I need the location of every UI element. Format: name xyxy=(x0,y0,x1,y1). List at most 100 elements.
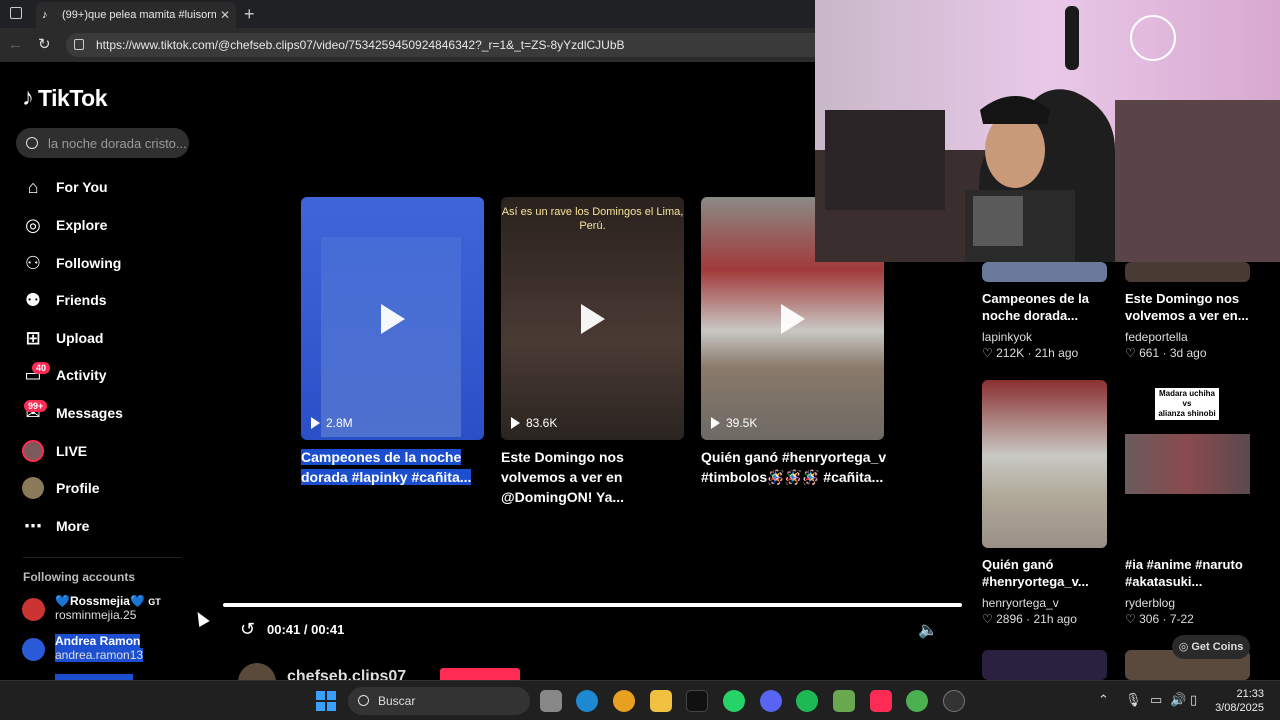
views-play-icon xyxy=(511,417,520,429)
chevron-up-icon[interactable]: ⌃ xyxy=(1098,692,1109,708)
battery-icon[interactable]: ▯ xyxy=(1190,692,1197,708)
following-icon: ⚇ xyxy=(24,252,42,273)
more-icon: ⋯ xyxy=(24,515,42,536)
heart-icon: ♡ xyxy=(982,612,993,626)
tiktok-logo[interactable]: ♪ TikTok xyxy=(22,84,108,112)
video-progress-bar[interactable] xyxy=(223,603,962,607)
recommended-author[interactable]: fedeportella xyxy=(1125,330,1188,344)
chrome-profile-icon[interactable] xyxy=(906,690,928,712)
nav-more[interactable]: ⋯ More xyxy=(22,515,89,537)
caption-text: Quién ganó #henryortega_v #timbolos🪅🪅🪅 #… xyxy=(701,449,887,485)
play-icon xyxy=(780,303,805,334)
recommended-thumbnail[interactable]: Madara uchiha vs alianza shinobi xyxy=(1125,380,1250,548)
start-menu-icon[interactable] xyxy=(316,691,336,711)
spotify-icon[interactable] xyxy=(796,690,818,712)
avatar xyxy=(22,638,45,661)
account-handle: rosminmejia.25 xyxy=(55,608,137,622)
video-card[interactable]: Así es un rave los Domingos el Lima, Per… xyxy=(501,197,684,440)
following-account[interactable]: 💙Rossmejia💙 GT rosminmejia.25 xyxy=(22,594,161,622)
nav-profile[interactable]: Profile xyxy=(22,477,100,499)
nav-live[interactable]: LIVE xyxy=(22,440,87,462)
edge-icon[interactable] xyxy=(576,690,598,712)
avatar xyxy=(22,598,45,621)
obs-icon[interactable] xyxy=(943,690,965,712)
clock-date: 3/08/2025 xyxy=(1215,702,1264,714)
account-name: Andrea Ramon xyxy=(55,634,141,648)
browser-tab[interactable]: ♪ (99+)que pelea mamita #luisorm ✕ xyxy=(36,2,236,28)
recommended-title[interactable]: Campeones de la noche dorada... xyxy=(982,290,1112,324)
video-caption[interactable]: Quién ganó #henryortega_v #timbolos🪅🪅🪅 #… xyxy=(701,447,887,487)
network-icon[interactable]: ▭ xyxy=(1150,692,1162,708)
nav-label: Following xyxy=(56,255,122,271)
logo-text: TikTok xyxy=(38,84,108,111)
recommended-author[interactable]: ryderblog xyxy=(1125,596,1175,610)
recommended-thumbnail[interactable] xyxy=(1125,262,1250,282)
nav-for-you[interactable]: ⌂ For You xyxy=(22,176,108,198)
nav-label: More xyxy=(56,518,90,534)
recommended-thumbnail[interactable] xyxy=(982,650,1107,680)
video-caption[interactable]: Campeones de la noche dorada #lapinky #c… xyxy=(301,447,487,487)
volume-icon[interactable]: 🔈 xyxy=(918,620,938,640)
video-caption[interactable]: Este Domingo nos volvemos a ver en @Domi… xyxy=(501,447,687,507)
discord-icon[interactable] xyxy=(760,690,782,712)
nav-explore[interactable]: ◎ Explore xyxy=(22,214,107,236)
site-info-icon[interactable] xyxy=(74,39,84,50)
get-coins-button[interactable]: ◎ Get Coins xyxy=(1172,635,1250,659)
recommended-title[interactable]: Este Domingo nos volvemos a ver en... xyxy=(1125,290,1255,324)
taskbar-search-placeholder: Buscar xyxy=(378,694,416,708)
author-name[interactable]: chefseb.clips07 xyxy=(287,668,406,680)
nav-following[interactable]: ⚇ Following xyxy=(22,252,121,274)
whatsapp-icon[interactable] xyxy=(723,690,745,712)
following-account[interactable]: Andrea Ramon andrea.ramon13 xyxy=(22,634,144,662)
nav-label: Friends xyxy=(56,292,107,308)
webcam-overlay xyxy=(815,0,1280,262)
likes-count: 306 xyxy=(1139,612,1160,626)
post-age: 7-22 xyxy=(1169,612,1194,626)
microphone-icon[interactable]: 🎙 xyxy=(1125,692,1142,708)
back-icon[interactable]: ← xyxy=(8,36,23,53)
nav-label: Explore xyxy=(56,217,108,233)
recommended-thumbnail[interactable] xyxy=(982,380,1107,548)
url-field[interactable]: https://www.tiktok.com/@chefseb.clips07/… xyxy=(66,33,826,57)
coin-icon: ◎ xyxy=(1178,641,1189,653)
caption-text: Campeones de la noche dorada #lapinky #c… xyxy=(301,449,472,485)
nav-label: Activity xyxy=(56,367,107,383)
sidebar-divider xyxy=(23,557,181,558)
speaker-icon[interactable]: 🔊 xyxy=(1170,692,1186,708)
taskbar-clock[interactable]: 21:33 3/08/2025 xyxy=(1215,687,1264,715)
views-text: 2.8M xyxy=(326,416,353,430)
nav-label: Upload xyxy=(56,330,104,346)
nav-upload[interactable]: ⊞ Upload xyxy=(22,327,103,349)
recommended-title[interactable]: #ia #anime #naruto #akatasuki... xyxy=(1125,556,1255,590)
mouse-cursor xyxy=(192,608,210,628)
video-card[interactable]: 2.8M xyxy=(301,197,484,440)
search-icon xyxy=(358,695,369,706)
recommended-author[interactable]: henryortega_v xyxy=(982,596,1059,610)
view-count: 2.8M xyxy=(311,416,353,430)
close-tab-icon[interactable]: ✕ xyxy=(220,8,230,22)
thumbnail-caption: Madara uchiha vs alianza shinobi xyxy=(1155,388,1219,420)
follow-button[interactable] xyxy=(440,668,520,680)
play-icon xyxy=(380,303,405,334)
recommended-title[interactable]: Quién ganó #henryortega_v... xyxy=(982,556,1112,590)
app-icon[interactable] xyxy=(833,690,855,712)
new-tab-icon[interactable]: + xyxy=(244,4,255,25)
recommended-thumbnail[interactable] xyxy=(982,262,1107,282)
reload-icon[interactable]: ↻ xyxy=(38,35,51,53)
tiktok-app-icon[interactable] xyxy=(686,690,708,712)
activity-badge: 40 xyxy=(32,362,51,374)
nav-friends[interactable]: ⚉ Friends xyxy=(22,289,107,311)
chrome-icon[interactable] xyxy=(613,690,635,712)
recommended-stats: ♡ 306 · 7-22 xyxy=(1125,612,1194,626)
heart-icon: ♡ xyxy=(982,346,993,360)
replay-icon[interactable]: ↺ xyxy=(240,619,255,640)
search-input[interactable]: la noche dorada cristo... xyxy=(16,128,189,158)
tab-actions-icon[interactable] xyxy=(10,7,22,19)
recommended-author[interactable]: lapinkyok xyxy=(982,330,1032,344)
file-explorer-icon[interactable] xyxy=(650,690,672,712)
account-tag: GT xyxy=(148,597,161,607)
tiktok-live-studio-icon[interactable] xyxy=(870,690,892,712)
task-view-icon[interactable] xyxy=(540,690,562,712)
taskbar-search[interactable]: Buscar xyxy=(348,687,530,715)
address-bar: ← ↻ https://www.tiktok.com/@chefseb.clip… xyxy=(0,28,826,62)
